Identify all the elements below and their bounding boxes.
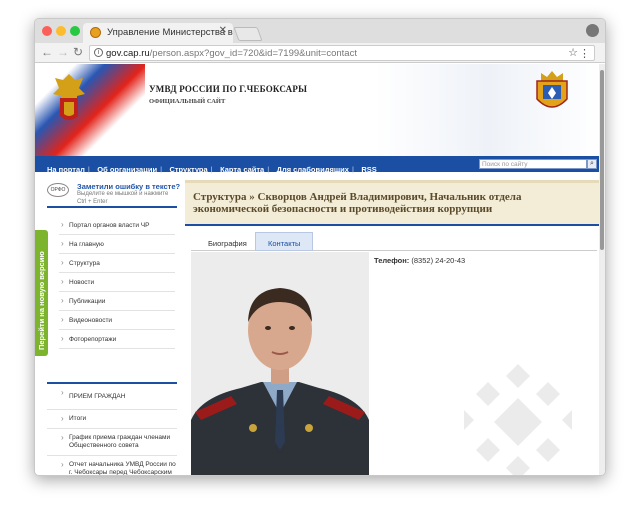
site-name: УМВД РОССИИ ПО Г.ЧЕБОКСАРЫ — [149, 84, 308, 94]
tab-bar: Управление Министерства в ✕ — [35, 19, 605, 43]
browser-toolbar: ← → ↻ i gov.cap.ru/person.aspx?gov_id=72… — [35, 43, 605, 63]
sidebar: ОРФО Заметили ошибку в тексте? Выделите … — [45, 180, 180, 475]
phone-value[interactable]: (8352) 24-20-43 — [411, 256, 465, 265]
forward-icon[interactable]: → — [57, 45, 69, 59]
sidebar-item-report[interactable]: Отчет начальника УМВД России по г. Чебок… — [47, 456, 177, 475]
sidebar-item-reception[interactable]: ПРИЕМ ГРАЖДАН — [47, 384, 177, 410]
close-window-button[interactable] — [42, 26, 52, 36]
search-input[interactable]: Поиск по сайту — [479, 159, 587, 169]
site-favicon-icon — [90, 27, 101, 38]
browser-window: Управление Министерства в ✕ ← → ↻ i gov.… — [34, 18, 606, 476]
nav-about[interactable]: Об организации — [97, 165, 157, 174]
sidebar-item-structure[interactable]: Структура — [59, 254, 175, 273]
url-domain: gov.cap.ru — [106, 48, 150, 59]
tab-title: Управление Министерства в — [107, 27, 233, 38]
new-version-tab[interactable]: Перейти на новую версию — [35, 230, 48, 356]
person-photo — [191, 252, 369, 475]
police-emblem-icon — [53, 74, 85, 120]
main-content: Структура » Скворцов Андрей Владимирович… — [185, 180, 601, 475]
nav-sitemap[interactable]: Карта сайта — [220, 165, 264, 174]
error-title[interactable]: Заметили ошибку в тексте? — [77, 182, 180, 191]
city-emblem-icon — [536, 71, 568, 108]
bookmark-star-icon[interactable]: ☆ — [568, 46, 578, 59]
page-scrollbar[interactable] — [599, 64, 605, 475]
error-subtitle: Выделите ее мышкой и нажмите Ctrl + Ente… — [77, 191, 169, 205]
close-tab-icon[interactable]: ✕ — [219, 25, 227, 36]
error-logo-icon: ОРФО — [47, 183, 69, 197]
nav-rss[interactable]: RSS — [361, 165, 376, 174]
main-nav: На портал | Об организации | Структура | Ка… — [35, 156, 601, 174]
phone-label: Телефон: — [374, 256, 410, 265]
site-subtitle: ОФИЦИАЛЬНЫЙ САЙТ — [149, 98, 226, 105]
sidebar-item-home[interactable]: На главную — [59, 235, 175, 254]
url-path: /person.aspx?gov_id=720&id=7199&unit=con… — [149, 48, 357, 59]
ornament-watermark — [464, 364, 572, 475]
sidebar-item-schedule[interactable]: График приема граждан членами Общественн… — [47, 429, 177, 456]
info-icon[interactable]: i — [94, 48, 103, 57]
sidebar-item-publications[interactable]: Публикации — [59, 292, 175, 311]
account-icon[interactable] — [586, 24, 599, 37]
nav-structure[interactable]: Структура — [169, 165, 207, 174]
content-tabs: Биография Контакты — [191, 232, 597, 251]
minimize-window-button[interactable] — [56, 26, 66, 36]
maximize-window-button[interactable] — [70, 26, 80, 36]
phone-contact: Телефон: (8352) 24-20-43 — [374, 256, 465, 265]
tab-contacts[interactable]: Контакты — [255, 232, 314, 251]
reload-icon[interactable]: ↻ — [73, 45, 83, 59]
back-icon[interactable]: ← — [41, 45, 53, 59]
search-button[interactable]: ⌕ — [587, 159, 597, 169]
sidebar-item-portal[interactable]: Портал органов власти ЧР — [59, 216, 175, 235]
page-title: Структура » Скворцов Андрей Владимирович… — [185, 180, 601, 226]
error-report-box: ОРФО Заметили ошибку в тексте? Выделите … — [47, 182, 180, 208]
new-version-label: Перейти на новую версию — [37, 251, 46, 350]
browser-tab[interactable]: Управление Министерства в ✕ — [83, 23, 233, 43]
address-bar[interactable]: i gov.cap.ru/person.aspx?gov_id=720&id=7… — [89, 45, 595, 61]
sidebar-menu: Портал органов власти ЧР На главную Стру… — [59, 216, 175, 349]
sidebar-item-results[interactable]: Итоги — [47, 410, 177, 429]
tab-biography[interactable]: Биография — [195, 232, 260, 251]
site-header: УМВД РОССИИ ПО Г.ЧЕБОКСАРЫ ОФИЦИАЛЬНЫЙ С… — [35, 64, 601, 156]
scrollbar-thumb[interactable] — [600, 70, 604, 250]
web-page: УМВД РОССИИ ПО Г.ЧЕБОКСАРЫ ОФИЦИАЛЬНЫЙ С… — [35, 64, 601, 475]
sidebar-menu-2: ПРИЕМ ГРАЖДАН Итоги График приема гражда… — [47, 382, 177, 475]
new-tab-button[interactable] — [233, 27, 263, 41]
menu-icon[interactable]: ⋮ — [579, 47, 590, 60]
nav-portal[interactable]: На портал — [47, 165, 85, 174]
sidebar-item-news[interactable]: Новости — [59, 273, 175, 292]
sidebar-item-photoreports[interactable]: Фоторепортажи — [59, 330, 175, 349]
sidebar-item-videonews[interactable]: Видеоновости — [59, 311, 175, 330]
nav-accessibility[interactable]: Для слабовидящих — [277, 165, 349, 174]
